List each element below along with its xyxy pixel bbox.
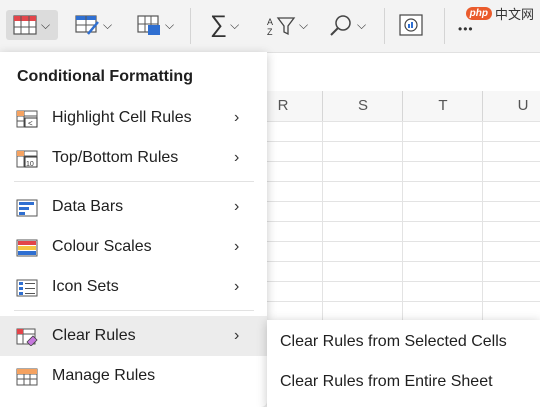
highlight-cell-rules-icon: < bbox=[16, 110, 38, 128]
colour-scales-icon bbox=[16, 239, 38, 257]
menu-item-data-bars[interactable]: Data Bars › bbox=[0, 187, 267, 227]
analyze-data-button[interactable] bbox=[398, 10, 430, 40]
chevron-down-icon: ⌵ bbox=[165, 17, 175, 32]
format-as-table-icon bbox=[75, 15, 99, 35]
menu-item-manage-rules[interactable]: Manage Rules bbox=[0, 356, 267, 396]
svg-text:10: 10 bbox=[26, 161, 34, 168]
conditional-formatting-button[interactable]: ⌵ bbox=[6, 10, 58, 40]
menu-item-clear-rules[interactable]: Clear Rules › bbox=[0, 316, 267, 356]
column-header-s[interactable]: S bbox=[322, 91, 403, 121]
menu-item-label: Manage Rules bbox=[52, 367, 156, 384]
chevron-right-icon: › bbox=[234, 278, 240, 295]
svg-text:A: A bbox=[267, 17, 273, 27]
watermark-text: 中文网 bbox=[494, 7, 534, 22]
sort-filter-button[interactable]: A Z ⌵ bbox=[266, 10, 320, 40]
conditional-formatting-icon bbox=[13, 15, 37, 35]
autosum-button[interactable]: ∑ ⌵ bbox=[206, 10, 254, 40]
menu-item-colour-scales[interactable]: Colour Scales › bbox=[0, 227, 267, 267]
chevron-down-icon: ⌵ bbox=[103, 17, 113, 32]
toolbar-separator bbox=[444, 8, 445, 44]
chevron-right-icon: › bbox=[234, 109, 240, 126]
menu-item-label: Icon Sets bbox=[52, 278, 119, 295]
svg-text:Z: Z bbox=[267, 27, 273, 36]
icon-sets-icon bbox=[16, 279, 38, 297]
toolbar-separator bbox=[190, 8, 191, 44]
chevron-right-icon: › bbox=[234, 327, 240, 344]
menu-separator bbox=[14, 181, 254, 182]
menu-title: Conditional Formatting bbox=[17, 68, 193, 85]
chevron-right-icon: › bbox=[234, 238, 240, 255]
conditional-formatting-menu: Conditional Formatting < Highlight Cell … bbox=[0, 52, 267, 407]
search-icon bbox=[330, 15, 351, 36]
menu-separator bbox=[14, 310, 254, 311]
clear-rules-submenu: Clear Rules from Selected Cells Clear Ru… bbox=[267, 320, 540, 407]
column-header-t[interactable]: T bbox=[402, 91, 483, 121]
menu-item-highlight-cell-rules[interactable]: < Highlight Cell Rules › bbox=[0, 98, 267, 138]
menu-item-label: Highlight Cell Rules bbox=[52, 109, 192, 126]
chevron-down-icon: ⌵ bbox=[299, 17, 309, 32]
analyze-data-icon bbox=[399, 14, 423, 36]
watermark: php 中文网 bbox=[465, 4, 534, 23]
menu-item-label: Top/Bottom Rules bbox=[52, 149, 179, 166]
svg-text:<: < bbox=[28, 119, 33, 128]
menu-item-top-bottom-rules[interactable]: 10 Top/Bottom Rules › bbox=[0, 138, 267, 178]
find-select-button[interactable]: ⌵ bbox=[328, 10, 376, 40]
data-bars-icon bbox=[16, 199, 38, 217]
menu-item-label: Data Bars bbox=[52, 198, 124, 215]
chevron-right-icon: › bbox=[234, 149, 240, 166]
chevron-down-icon: ⌵ bbox=[357, 17, 367, 32]
chevron-down-icon: ⌵ bbox=[230, 17, 240, 32]
submenu-item-clear-selected-cells[interactable]: Clear Rules from Selected Cells bbox=[280, 333, 507, 351]
column-header-u[interactable]: U bbox=[482, 91, 540, 121]
submenu-item-clear-entire-sheet[interactable]: Clear Rules from Entire Sheet bbox=[280, 373, 493, 391]
format-as-table-button[interactable]: ⌵ bbox=[74, 10, 124, 40]
chevron-down-icon: ⌵ bbox=[41, 17, 51, 32]
sort-filter-icon: A Z bbox=[267, 17, 296, 36]
cell-styles-button[interactable]: ⌵ bbox=[136, 10, 186, 40]
more-icon: ••• bbox=[458, 22, 474, 36]
cell-styles-icon bbox=[137, 15, 160, 35]
ribbon-toolbar: ⌵ ⌵ ⌵ ∑ ⌵ A Z ⌵ ⌵ ••• php 中文网 bbox=[0, 0, 540, 53]
sum-icon: ∑ bbox=[210, 11, 228, 38]
manage-rules-icon bbox=[16, 368, 38, 386]
menu-item-label: Colour Scales bbox=[52, 238, 152, 255]
watermark-badge: php bbox=[465, 7, 492, 20]
chevron-right-icon: › bbox=[234, 198, 240, 215]
menu-item-label: Clear Rules bbox=[52, 327, 136, 344]
toolbar-separator bbox=[384, 8, 385, 44]
top-bottom-rules-icon: 10 bbox=[16, 150, 38, 168]
menu-item-icon-sets[interactable]: Icon Sets › bbox=[0, 267, 267, 307]
clear-rules-icon bbox=[16, 328, 38, 346]
